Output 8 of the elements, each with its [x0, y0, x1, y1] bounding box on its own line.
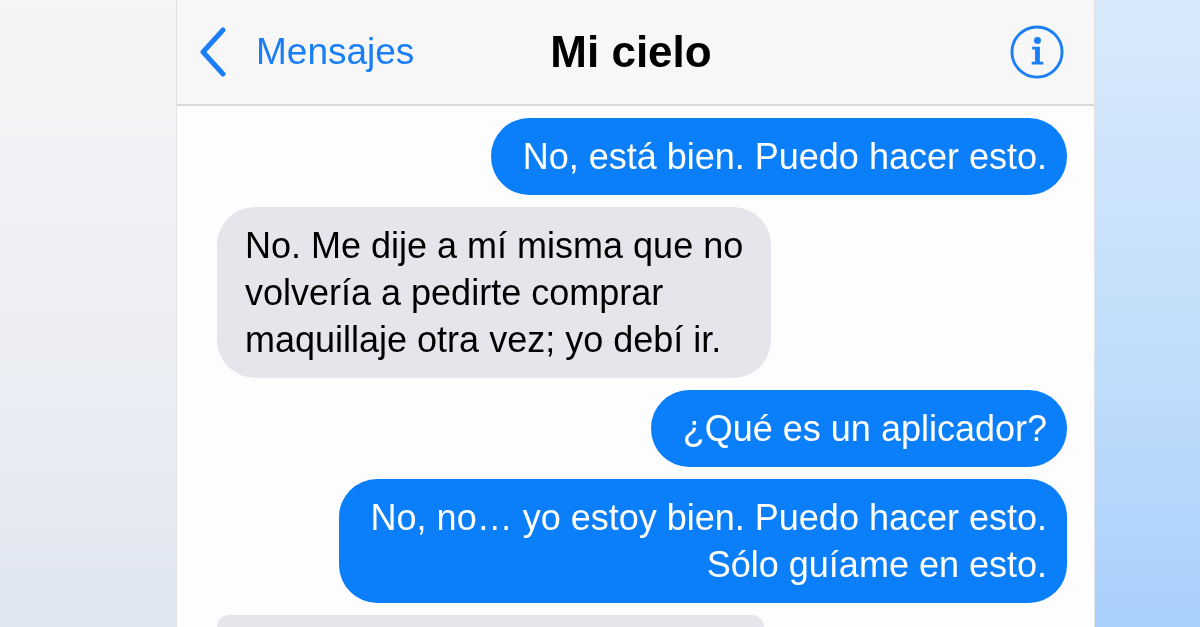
chat-title: Mi cielo [550, 27, 712, 77]
message-bubble: No, está bien. Puedo hacer esto. [490, 118, 1067, 195]
message-bubble: ¿Qué es un aplicador? [650, 390, 1067, 467]
message-bubble: No. Me dije a mí misma que no volvería a pedirte comprar maquillaje otra vez; yo debí ir. [217, 207, 772, 378]
back-button[interactable]: Mensajes [198, 27, 415, 77]
message-bubble: No, no… yo estoy bien. Puedo hacer esto. Sólo guíame en esto. [338, 479, 1067, 603]
info-icon[interactable] [1010, 25, 1064, 79]
chevron-left-icon [198, 27, 228, 77]
